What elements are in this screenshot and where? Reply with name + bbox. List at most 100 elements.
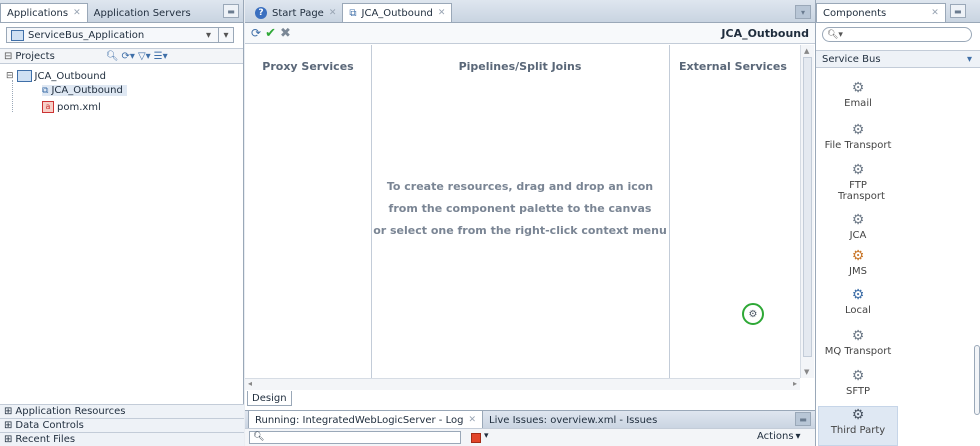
composite-icon: ⧉ xyxy=(42,85,49,96)
minimize-icon[interactable]: ▬ xyxy=(223,4,239,18)
component-label: MQ Transport xyxy=(824,346,892,357)
component-label: JMS xyxy=(849,266,867,277)
palette-scrollbar[interactable] xyxy=(974,345,980,415)
tab-jca-outbound-label: JCA_Outbound xyxy=(361,7,433,19)
column-proxy-services: Proxy Services xyxy=(262,60,354,73)
tab-components[interactable]: Components ✕ xyxy=(816,3,946,22)
horizontal-scrollbar[interactable]: ◂ ▸ xyxy=(245,378,800,390)
close-icon[interactable]: ✕ xyxy=(468,415,476,425)
projects-label: Projects xyxy=(15,50,55,62)
vertical-scrollbar[interactable]: ▲ ▼ xyxy=(800,45,814,378)
editor-tabs: ? Start Page ✕ ⧉ JCA_Outbound ✕ ▾ xyxy=(245,0,815,23)
component-third-party[interactable]: ⚙ Third Party xyxy=(818,406,898,446)
component-file-transport[interactable]: ⚙ File Transport xyxy=(818,122,898,151)
scrollbar-thumb[interactable] xyxy=(803,57,812,357)
tab-jca-outbound[interactable]: ⧉ JCA_Outbound ✕ xyxy=(342,3,453,22)
tab-log[interactable]: Running: IntegratedWebLogicServer - Log … xyxy=(248,410,483,429)
tab-list-icon[interactable]: ▾ xyxy=(795,5,811,19)
component-label: SFTP xyxy=(845,386,871,397)
sync-icon[interactable]: ⟳▾ xyxy=(122,51,135,62)
stop-icon[interactable] xyxy=(471,433,481,443)
tab-applications[interactable]: Applications ✕ xyxy=(0,3,88,22)
help-icon: ? xyxy=(255,7,267,19)
close-icon[interactable]: ✕ xyxy=(931,8,939,18)
gear-icon: ⚙ xyxy=(851,212,865,228)
component-mq-transport[interactable]: ⚙ MQ Transport xyxy=(818,328,898,357)
maven-file-icon: a xyxy=(42,101,54,113)
expand-icon[interactable]: ⊞ xyxy=(4,406,12,417)
component-local[interactable]: ⚙ Local xyxy=(818,287,898,316)
project-icon xyxy=(16,70,32,82)
filter-icon[interactable]: ▽▾ xyxy=(138,51,151,62)
scroll-left-icon[interactable]: ◂ xyxy=(248,379,252,388)
validate-icon[interactable]: ✔ xyxy=(265,26,276,41)
tab-application-servers-label: Application Servers xyxy=(93,7,191,19)
close-icon[interactable]: ✕ xyxy=(329,8,337,18)
tab-start-page-label: Start Page xyxy=(272,7,324,19)
tab-applications-label: Applications xyxy=(7,7,69,19)
scroll-right-icon[interactable]: ▸ xyxy=(793,379,797,388)
tree-node-overview[interactable]: ⧉ JCA_Outbound xyxy=(42,85,127,96)
component-jca[interactable]: ⚙ JCA xyxy=(818,212,898,241)
accordion-recent-files[interactable]: ⊞ Recent Files xyxy=(0,432,244,446)
accordion-label: Application Resources xyxy=(15,406,126,417)
minimize-icon[interactable]: ▬ xyxy=(795,412,811,426)
chevron-down-icon[interactable]: ▾ xyxy=(484,431,489,441)
accordion-label: Recent Files xyxy=(15,434,76,445)
search-icon[interactable]: 🔍︎ xyxy=(106,51,119,62)
tree-node-label: pom.xml xyxy=(57,101,101,113)
jms-icon: ⚙ xyxy=(851,248,865,264)
expand-icon[interactable]: ⊞ xyxy=(4,420,12,431)
canvas-hint: To create resources, drag and drop an ic… xyxy=(371,176,669,242)
application-selector-value: ServiceBus_Application xyxy=(28,29,145,41)
search-icon: 🔍︎ xyxy=(253,432,265,442)
application-icon xyxy=(11,29,24,41)
sort-icon[interactable]: ☰▾ xyxy=(154,51,168,62)
category-selector[interactable]: Service Bus ▾ xyxy=(816,50,980,68)
component-ftp-transport[interactable]: ⚙ FTP Transport xyxy=(818,162,898,202)
application-selector[interactable]: ServiceBus_Application ▾ xyxy=(6,27,234,43)
component-sftp[interactable]: ⚙ SFTP xyxy=(818,368,898,397)
component-jms[interactable]: ⚙ JMS xyxy=(818,248,898,277)
delete-icon[interactable]: ✖ xyxy=(280,26,291,41)
tab-design-label: Design xyxy=(252,392,287,404)
navigator-tabs: Applications ✕ Application Servers ▬ xyxy=(0,0,243,23)
projects-header[interactable]: ⊟ Projects 🔍︎ ⟳▾ ▽▾ ☰▾ xyxy=(0,48,243,64)
tab-design[interactable]: Design xyxy=(247,391,292,406)
search-icon: 🔍︎▾ xyxy=(827,29,843,40)
tree-connector xyxy=(12,80,13,112)
component-label: File Transport xyxy=(824,140,892,151)
palette-search-input[interactable]: 🔍︎▾ xyxy=(822,27,972,42)
actions-menu[interactable]: Actions ▾ xyxy=(757,431,801,442)
collapse-icon[interactable]: ⊟ xyxy=(4,51,12,62)
tab-application-servers[interactable]: Application Servers xyxy=(88,4,197,22)
accordion-application-resources[interactable]: ⊞ Application Resources xyxy=(0,404,244,418)
tab-issues[interactable]: Live Issues: overview.xml - Issues xyxy=(483,411,663,429)
chevron-down-icon[interactable]: ▾ xyxy=(206,30,211,41)
chevron-down-icon[interactable]: ▾ xyxy=(967,54,972,65)
tab-log-label: Running: IntegratedWebLogicServer - Log xyxy=(255,414,464,426)
accordion-data-controls[interactable]: ⊞ Data Controls xyxy=(0,418,244,432)
component-email[interactable]: ⚙ Email xyxy=(818,80,898,109)
canvas-hint-line: or select one from the right-click conte… xyxy=(373,224,667,237)
tree-node-project[interactable]: ⊟ JCA_Outbound xyxy=(6,70,106,82)
log-search-input[interactable]: 🔍︎ xyxy=(249,431,461,444)
refresh-icon[interactable]: ⟳ xyxy=(251,26,261,40)
tab-start-page[interactable]: ? Start Page ✕ xyxy=(249,4,342,22)
chevron-down-icon: ▾ xyxy=(795,431,801,442)
scroll-up-icon[interactable]: ▲ xyxy=(804,47,809,55)
scroll-down-icon[interactable]: ▼ xyxy=(804,368,809,376)
tab-components-label: Components xyxy=(823,7,887,19)
close-icon[interactable]: ✕ xyxy=(73,8,81,18)
minimize-icon[interactable]: ▬ xyxy=(949,4,966,18)
close-icon[interactable]: ✕ xyxy=(438,8,446,18)
column-external-services: External Services xyxy=(679,60,787,73)
palette-tabs: Components ✕ ▬ xyxy=(816,0,980,23)
gear-icon: ⚙ xyxy=(851,162,865,178)
tree-node-pom[interactable]: a pom.xml xyxy=(42,101,101,113)
category-selector-value: Service Bus xyxy=(822,53,881,65)
application-menu-button[interactable]: ▾ xyxy=(218,28,233,42)
accordion-label: Data Controls xyxy=(15,420,84,431)
expand-icon[interactable]: ⊞ xyxy=(4,434,12,445)
composite-icon: ⧉ xyxy=(349,7,357,19)
